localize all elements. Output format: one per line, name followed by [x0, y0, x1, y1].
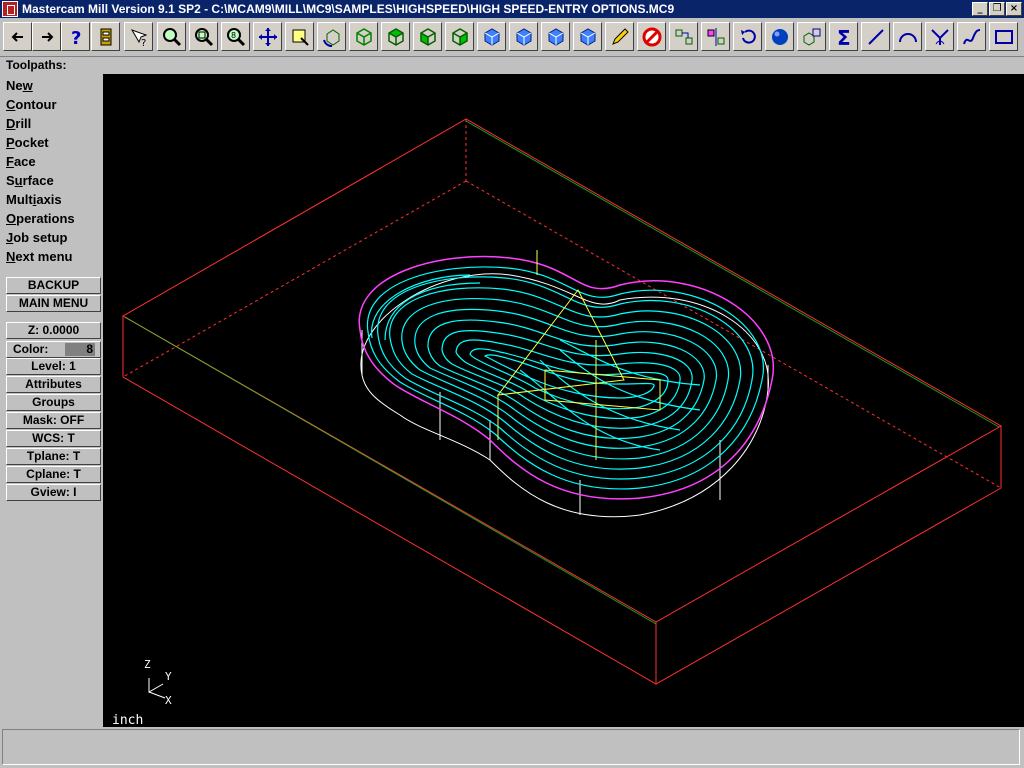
svg-text:8: 8	[231, 31, 236, 40]
mirror-icon[interactable]	[701, 22, 730, 51]
window-title: Mastercam Mill Version 9.1 SP2 - C:\MCAM…	[22, 2, 675, 16]
panel-header: Toolpaths:	[6, 58, 67, 72]
mask-button[interactable]: Mask: OFF	[6, 412, 101, 429]
transform-icon[interactable]	[797, 22, 826, 51]
menu-item-face[interactable]: Face	[6, 153, 36, 171]
axis-z-label: Z	[144, 658, 151, 671]
back-arrow-icon[interactable]	[3, 22, 32, 51]
pan-icon[interactable]	[253, 22, 282, 51]
forward-arrow-icon[interactable]	[32, 22, 61, 51]
stock-top-face	[121, 118, 1003, 623]
svg-text:?: ?	[71, 28, 81, 48]
view-cube-1-icon[interactable]	[477, 22, 506, 51]
sheet-icon[interactable]	[91, 22, 120, 51]
view-top-icon[interactable]	[381, 22, 410, 51]
axis-x-label: X	[165, 694, 172, 707]
toolpath-loops	[366, 266, 764, 490]
view-iso-icon[interactable]	[349, 22, 378, 51]
arc-icon[interactable]	[893, 22, 922, 51]
menu-item-new[interactable]: New	[6, 77, 33, 95]
sum-icon[interactable]: Σ	[829, 22, 858, 51]
sphere-icon[interactable]	[765, 22, 794, 51]
toolbar: ? ? 8 Σ	[0, 18, 1024, 57]
axis-y-label: Y	[165, 670, 172, 683]
tplane-button[interactable]: Tplane: T	[6, 448, 101, 465]
menu-item-next-menu[interactable]: Next menu	[6, 248, 72, 266]
view-cube-3-icon[interactable]	[541, 22, 570, 51]
spline-icon[interactable]	[957, 22, 986, 51]
line-icon[interactable]	[861, 22, 890, 51]
select-icon[interactable]	[285, 22, 314, 51]
color-button[interactable]: Color: 8	[6, 341, 101, 358]
svg-text:?: ?	[141, 38, 146, 48]
color-swatch: 8	[65, 343, 95, 357]
groups-button[interactable]: Groups	[6, 394, 101, 411]
no-entry-icon[interactable]	[637, 22, 666, 51]
backup-button[interactable]: BACKUP	[6, 277, 101, 294]
fillet-icon[interactable]	[925, 22, 954, 51]
z-depth-button[interactable]: Z: 0.0000	[6, 322, 101, 339]
main-menu-button[interactable]: MAIN MENU	[6, 295, 101, 312]
attributes-button[interactable]: Attributes	[6, 376, 101, 393]
rotate-icon[interactable]	[317, 22, 346, 51]
zoom-icon[interactable]	[157, 22, 186, 51]
move-icon[interactable]	[669, 22, 698, 51]
undo-icon[interactable]	[733, 22, 762, 51]
wcs-button[interactable]: WCS: T	[6, 430, 101, 447]
menu-item-pocket[interactable]: Pocket	[6, 134, 49, 152]
units-label: inch	[112, 713, 144, 728]
stock-bottom-edges	[122, 376, 1002, 685]
view-cube-4-icon[interactable]	[573, 22, 602, 51]
menu-item-contour[interactable]: Contour	[6, 96, 57, 114]
stock-top-highlight	[465, 120, 1000, 428]
zoom-8-icon[interactable]: 8	[221, 22, 250, 51]
menu-item-job-setup[interactable]: Job setup	[6, 229, 67, 247]
gview-button[interactable]: Gview: I	[6, 484, 101, 501]
rectangle-icon[interactable]	[989, 22, 1018, 51]
zoom-window-icon[interactable]	[189, 22, 218, 51]
close-button[interactable]: ×	[1006, 2, 1022, 16]
view-side-icon[interactable]	[445, 22, 474, 51]
pencil-icon[interactable]	[605, 22, 634, 51]
prompt-area	[2, 729, 1020, 765]
menu-item-surface[interactable]: Surface	[6, 172, 54, 190]
level-button[interactable]: Level: 1	[6, 358, 101, 375]
graphics-viewport[interactable]	[103, 74, 1024, 727]
svg-text:Σ: Σ	[837, 26, 851, 48]
cplane-button[interactable]: Cplane: T	[6, 466, 101, 483]
app-icon[interactable]	[2, 1, 18, 17]
restore-button[interactable]: ❐	[989, 2, 1005, 16]
menu-item-drill[interactable]: Drill	[6, 115, 31, 133]
view-front-icon[interactable]	[413, 22, 442, 51]
cursor-help-icon[interactable]: ?	[124, 22, 153, 51]
minimize-button[interactable]: _	[972, 2, 988, 16]
menu-item-operations[interactable]: Operations	[6, 210, 75, 228]
view-cube-2-icon[interactable]	[509, 22, 538, 51]
part-drawing	[121, 118, 1003, 685]
menu-item-multiaxis[interactable]: Multiaxis	[6, 191, 62, 209]
menu-panel: New Contour Drill Pocket Face Surface Mu…	[3, 74, 101, 726]
title-bar: Mastercam Mill Version 9.1 SP2 - C:\MCAM…	[0, 0, 1024, 18]
help-icon[interactable]: ?	[61, 22, 90, 51]
